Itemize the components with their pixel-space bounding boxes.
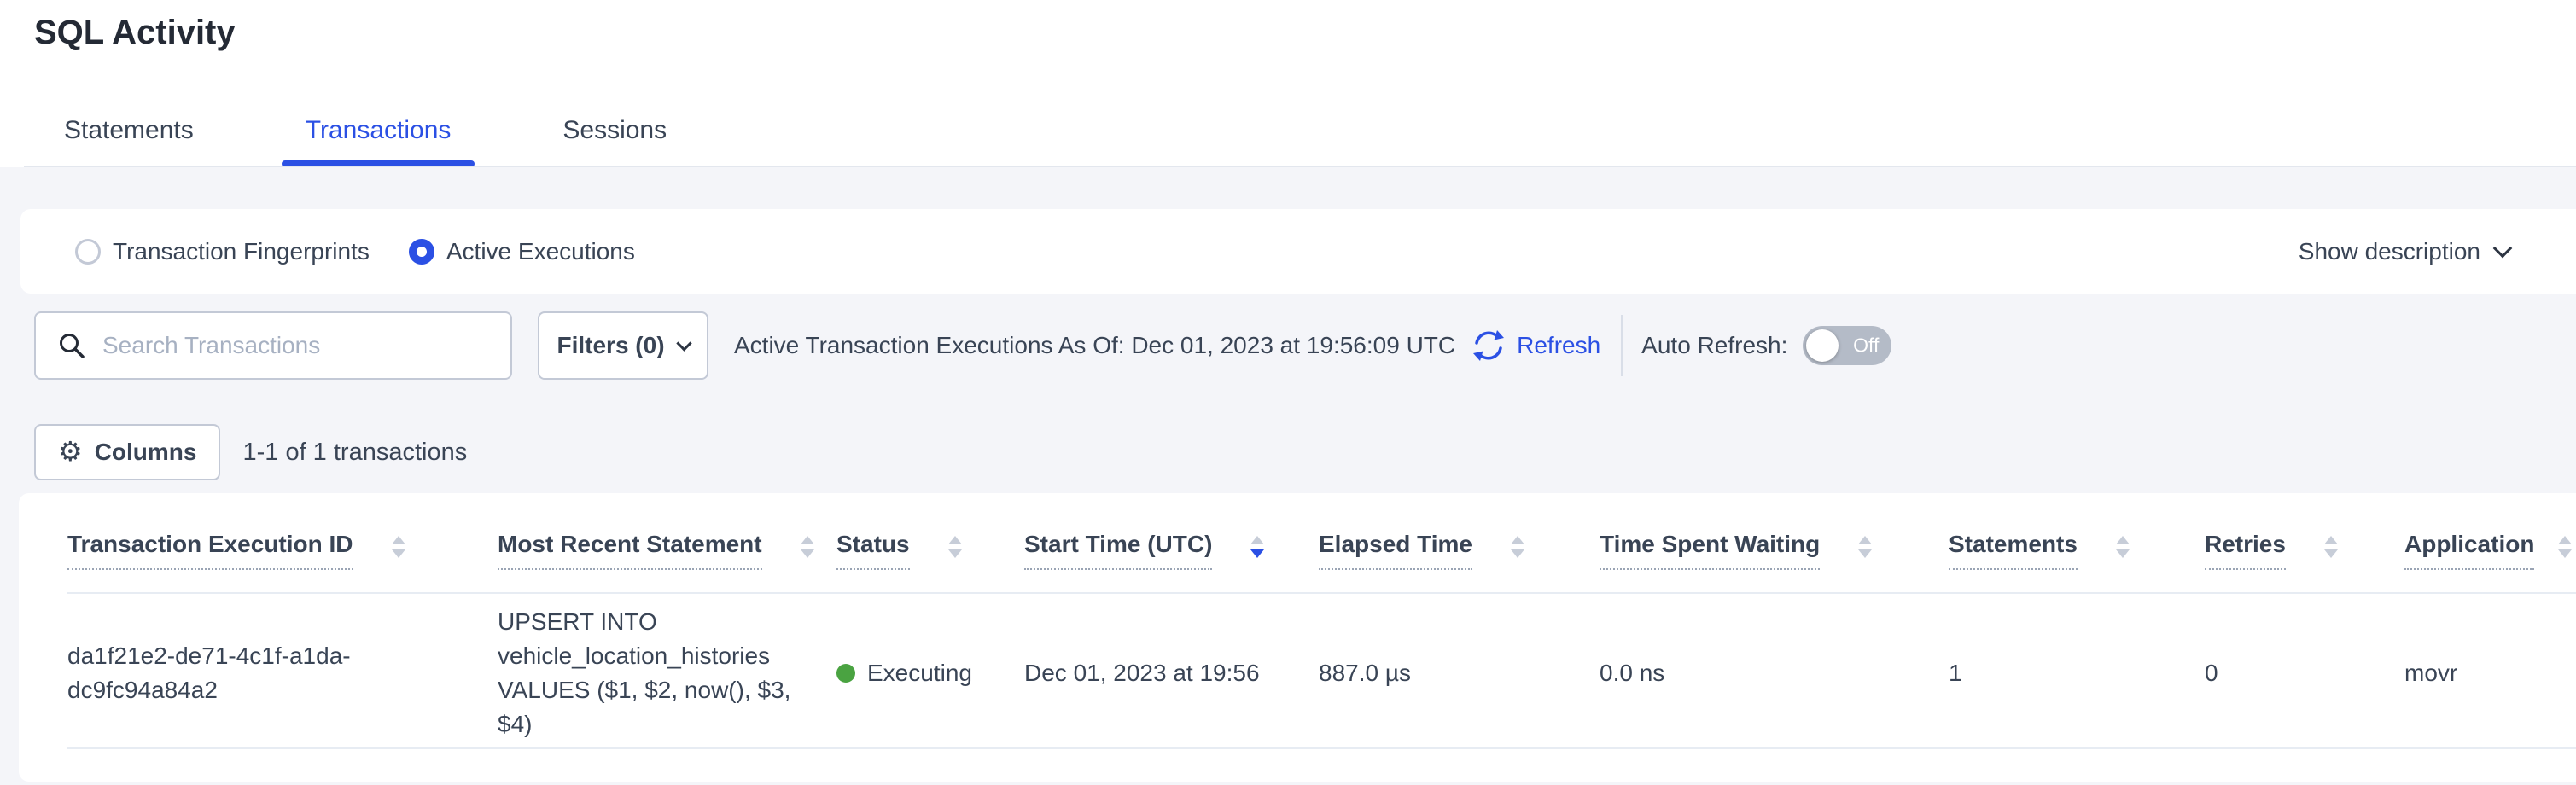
column-header-most-recent-statement[interactable]: Most Recent Statement [498, 531, 836, 570]
sort-icon [1858, 536, 1872, 558]
controls-row: Filters (0) Active Transaction Execution… [34, 311, 2576, 380]
radio-selected-icon[interactable] [409, 239, 434, 265]
radio-label[interactable]: Transaction Fingerprints [113, 238, 370, 265]
search-box[interactable] [34, 311, 512, 380]
chevron-down-icon [676, 335, 691, 351]
chevron-down-icon [2493, 238, 2513, 258]
refresh-icon [1471, 328, 1507, 363]
column-header-application[interactable]: Application [2404, 531, 2576, 570]
retries-cell: 0 [2205, 656, 2404, 690]
elapsed-time-cell: 887.0 µs [1319, 656, 1600, 690]
column-header-retries[interactable]: Retries [2205, 531, 2404, 570]
table-header-row: Transaction Execution ID Most Recent Sta… [67, 493, 2576, 594]
show-description-label: Show description [2299, 238, 2480, 265]
status-cell: Executing [836, 656, 1024, 690]
radio-transaction-fingerprints[interactable]: Transaction Fingerprints [75, 238, 370, 265]
column-header-status[interactable]: Status [836, 531, 1024, 570]
result-count: 1-1 of 1 transactions [242, 439, 467, 467]
tab-bar: Statements Transactions Sessions [64, 116, 778, 167]
statements-count-cell: 1 [1949, 656, 2205, 690]
search-icon [58, 332, 85, 359]
auto-refresh-label: Auto Refresh: [1641, 332, 1787, 359]
table-toolbar: ⚙ Columns 1-1 of 1 transactions [34, 424, 2576, 480]
sort-icon [1511, 536, 1524, 558]
show-description-toggle[interactable]: Show description [2299, 238, 2509, 265]
vertical-divider [1621, 315, 1623, 376]
toggle-state-label: Off [1853, 334, 1879, 358]
tabs-divider [24, 166, 2576, 167]
column-header-time-spent-waiting[interactable]: Time Spent Waiting [1600, 531, 1949, 570]
table-row[interactable]: da1f21e2-de71-4c1f-a1da-dc9fc94a84a2 UPS… [67, 594, 2576, 749]
toggle-knob [1806, 329, 1839, 362]
transaction-execution-id-cell[interactable]: da1f21e2-de71-4c1f-a1da-dc9fc94a84a2 [67, 639, 486, 707]
page-title: SQL Activity [34, 14, 236, 52]
sort-icon [801, 536, 814, 558]
filters-label: Filters (0) [557, 332, 664, 359]
most-recent-statement-cell: UPSERT INTO vehicle_location_histories V… [498, 605, 836, 741]
view-selector-card: Transaction Fingerprints Active Executio… [20, 209, 2576, 294]
status-label: Executing [867, 656, 972, 690]
application-cell: movr [2404, 656, 2576, 690]
start-time-cell: Dec 01, 2023 at 19:56 [1024, 656, 1319, 690]
executing-status-dot-icon [836, 664, 855, 683]
column-header-statements[interactable]: Statements [1949, 531, 2205, 570]
sort-icon-descending-active [1250, 536, 1264, 558]
tab-statements[interactable]: Statements [64, 116, 194, 167]
search-input[interactable] [101, 331, 493, 360]
sort-icon [392, 536, 405, 558]
column-header-start-time[interactable]: Start Time (UTC) [1024, 531, 1319, 570]
sort-icon [2324, 536, 2338, 558]
radio-label[interactable]: Active Executions [446, 238, 635, 265]
transactions-table-card: Transaction Execution ID Most Recent Sta… [19, 493, 2576, 782]
sort-icon [2558, 536, 2572, 558]
auto-refresh-toggle[interactable]: Off [1803, 326, 1891, 365]
filters-button[interactable]: Filters (0) [538, 311, 708, 380]
refresh-button[interactable]: Refresh [1471, 328, 1600, 363]
sort-icon [948, 536, 962, 558]
time-spent-waiting-cell: 0.0 ns [1600, 656, 1949, 690]
gear-icon: ⚙ [58, 435, 83, 468]
columns-button[interactable]: ⚙ Columns [34, 424, 220, 480]
as-of-text: Active Transaction Executions As Of: Dec… [734, 332, 1455, 359]
tab-transactions[interactable]: Transactions [306, 116, 452, 167]
radio-active-executions[interactable]: Active Executions [409, 238, 635, 265]
tab-sessions[interactable]: Sessions [562, 116, 667, 167]
column-header-elapsed-time[interactable]: Elapsed Time [1319, 531, 1600, 570]
column-header-transaction-execution-id[interactable]: Transaction Execution ID [67, 531, 498, 570]
columns-button-label: Columns [95, 439, 197, 466]
refresh-label: Refresh [1517, 332, 1600, 359]
page-header: SQL Activity Statements Transactions Ses… [0, 0, 2576, 167]
sort-icon [2116, 536, 2130, 558]
radio-unselected-icon[interactable] [75, 239, 101, 265]
